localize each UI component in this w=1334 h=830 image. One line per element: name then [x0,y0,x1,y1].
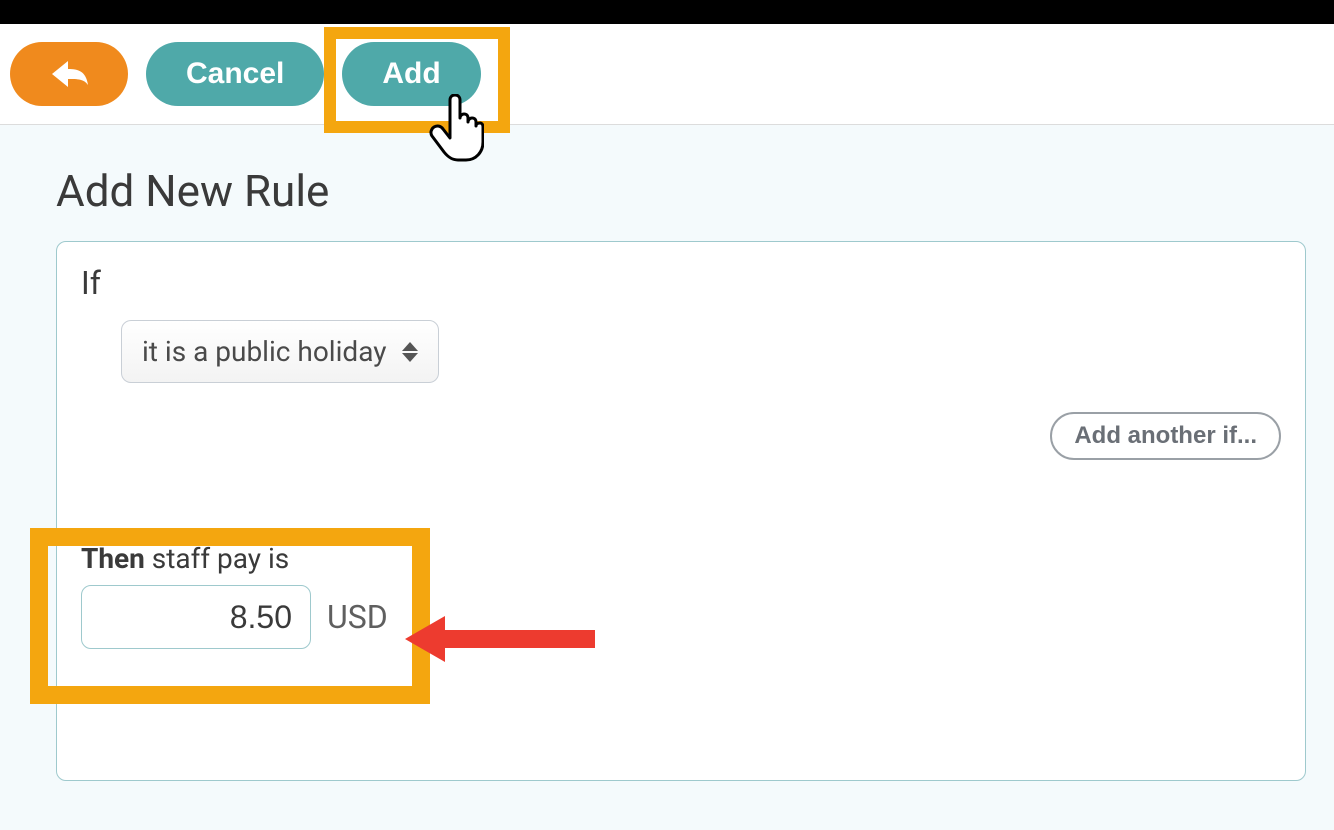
back-button[interactable] [10,42,128,106]
condition-select[interactable]: it is a public holiday [121,320,439,383]
then-label: Then staff pay is [81,542,388,575]
then-rest: staff pay is [145,542,289,575]
pay-row: USD [81,585,388,649]
then-bold: Then [81,542,145,575]
add-another-if-button[interactable]: Add another if... [1050,412,1281,460]
select-chevron-icon [402,342,418,362]
currency-label: USD [327,598,388,636]
cancel-button[interactable]: Cancel [146,42,324,106]
back-arrow-icon [48,57,90,91]
pay-amount-input[interactable] [81,585,311,649]
page-title: Add New Rule [56,165,1306,217]
header-toolbar: Cancel Add [0,24,1334,125]
window-top-bar [0,0,1334,24]
if-label: If [81,264,1281,302]
rule-box: If it is a public holiday Add another if… [56,241,1306,781]
condition-selected-value: it is a public holiday [142,335,386,368]
then-block: Then staff pay is USD [81,542,388,649]
content-area: Add New Rule If it is a public holiday A… [0,125,1334,781]
add-button[interactable]: Add [342,42,480,106]
